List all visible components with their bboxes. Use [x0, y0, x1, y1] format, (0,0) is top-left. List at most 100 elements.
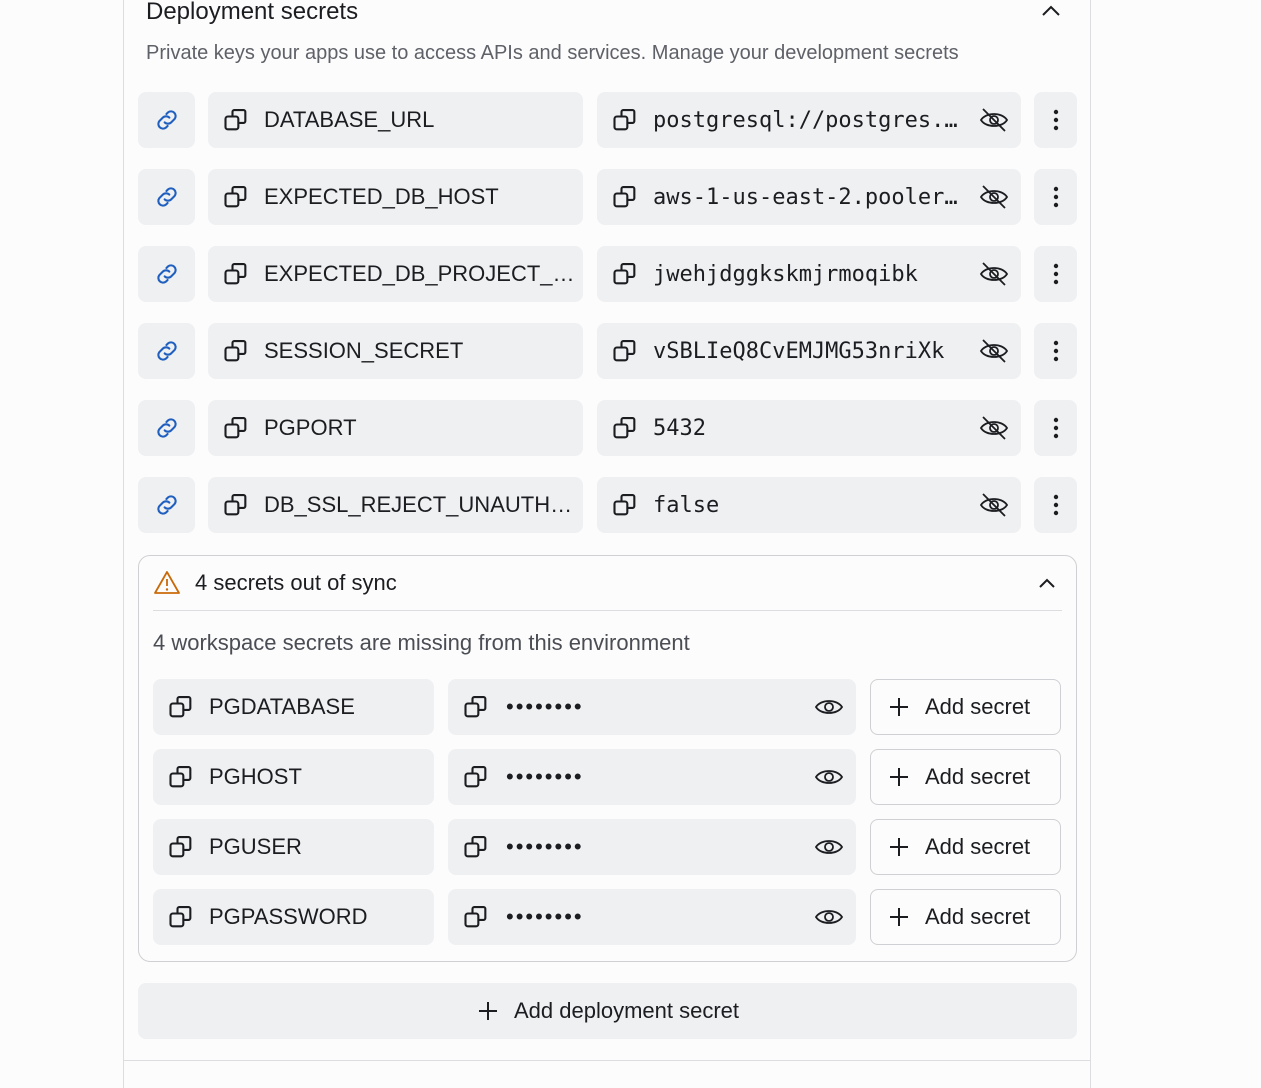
copy-icon[interactable] — [167, 903, 195, 931]
more-options-button[interactable] — [1034, 400, 1077, 456]
secret-value-field[interactable]: aws-1-us-east-2.pooler.supabase.com — [597, 169, 1021, 225]
show-value-button[interactable] — [812, 761, 846, 793]
divider — [124, 1060, 1090, 1061]
copy-icon[interactable] — [222, 491, 250, 519]
eye-icon — [814, 766, 844, 788]
secret-value-text: postgresql://postgres.jwehjdggkskmjrmoqi… — [653, 107, 965, 133]
warning-icon — [153, 570, 181, 596]
secret-value-field[interactable]: vSBLIeQ8CvEMJMG53nriXk — [597, 323, 1021, 379]
link-secret-button[interactable] — [138, 400, 195, 456]
copy-icon[interactable] — [611, 260, 639, 288]
out-of-sync-card: 4 secrets out of sync 4 workspace secret… — [138, 555, 1077, 962]
show-value-button[interactable] — [812, 901, 846, 933]
show-value-button[interactable] — [812, 831, 846, 863]
hide-value-button[interactable] — [977, 412, 1011, 444]
eye-off-icon — [979, 415, 1009, 441]
missing-secret-key-text: PGHOST — [209, 764, 302, 789]
copy-icon[interactable] — [611, 337, 639, 365]
add-secret-label: Add secret — [925, 694, 1031, 719]
missing-secret-key-text: PGUSER — [209, 834, 302, 859]
secret-value-field[interactable]: 5432 — [597, 400, 1021, 456]
hide-value-button[interactable] — [977, 335, 1011, 367]
secret-key-text: DATABASE_URL — [264, 107, 435, 132]
secret-row: DB_SSL_REJECT_UNAUTHORIZED false — [138, 477, 1078, 533]
link-secret-button[interactable] — [138, 246, 195, 302]
missing-secret-row: PGHOST •••••••• Add secret — [153, 749, 1062, 805]
copy-icon[interactable] — [611, 183, 639, 211]
hide-value-button[interactable] — [977, 181, 1011, 213]
missing-secret-key-field[interactable]: PGHOST — [153, 749, 434, 805]
chevron-up-icon — [1038, 578, 1056, 589]
copy-icon[interactable] — [611, 414, 639, 442]
more-vertical-icon — [1053, 340, 1059, 362]
secret-value-field[interactable]: false — [597, 477, 1021, 533]
secret-value-field[interactable]: postgresql://postgres.jwehjdggkskmjrmoqi… — [597, 92, 1021, 148]
copy-icon[interactable] — [462, 763, 490, 791]
more-options-button[interactable] — [1034, 246, 1077, 302]
secret-row: DATABASE_URL postgresql://postgres.jwehj… — [138, 92, 1078, 148]
secret-value-text: false — [653, 492, 720, 518]
more-options-button[interactable] — [1034, 169, 1077, 225]
missing-secret-value-field[interactable]: •••••••• — [448, 749, 856, 805]
secret-value-text: vSBLIeQ8CvEMJMG53nriXk — [653, 338, 945, 364]
missing-secret-value-field[interactable]: •••••••• — [448, 819, 856, 875]
missing-secret-value-field[interactable]: •••••••• — [448, 679, 856, 735]
secret-key-field[interactable]: EXPECTED_DB_HOST — [208, 169, 583, 225]
out-of-sync-header[interactable]: 4 secrets out of sync — [153, 556, 1062, 611]
more-vertical-icon — [1053, 186, 1059, 208]
link-secret-button[interactable] — [138, 323, 195, 379]
secret-key-field[interactable]: EXPECTED_DB_PROJECT_REF — [208, 246, 583, 302]
copy-icon[interactable] — [462, 693, 490, 721]
more-vertical-icon — [1053, 417, 1059, 439]
hide-value-button[interactable] — [977, 489, 1011, 521]
link-icon — [153, 491, 181, 519]
missing-secret-key-field[interactable]: PGDATABASE — [153, 679, 434, 735]
eye-off-icon — [979, 261, 1009, 287]
copy-icon[interactable] — [167, 833, 195, 861]
add-secret-button[interactable]: Add secret — [870, 889, 1061, 945]
missing-secret-row: PGDATABASE •••••••• Add secret — [153, 679, 1062, 735]
missing-secret-row: PGPASSWORD •••••••• Add secret — [153, 889, 1062, 945]
secret-key-field[interactable]: DATABASE_URL — [208, 92, 583, 148]
more-options-button[interactable] — [1034, 323, 1077, 379]
copy-icon[interactable] — [462, 903, 490, 931]
add-deployment-secret-button[interactable]: Add deployment secret — [138, 983, 1077, 1039]
secret-value-field[interactable]: jwehjdggkskmjrmoqibk — [597, 246, 1021, 302]
copy-icon[interactable] — [462, 833, 490, 861]
plus-icon — [887, 835, 911, 859]
more-options-button[interactable] — [1034, 92, 1077, 148]
secret-key-field[interactable]: DB_SSL_REJECT_UNAUTHORIZED — [208, 477, 583, 533]
secret-key-field[interactable]: SESSION_SECRET — [208, 323, 583, 379]
link-secret-button[interactable] — [138, 477, 195, 533]
secret-key-text: SESSION_SECRET — [264, 338, 464, 363]
copy-icon[interactable] — [611, 491, 639, 519]
more-vertical-icon — [1053, 494, 1059, 516]
collapse-sync-button[interactable] — [1032, 570, 1062, 596]
copy-icon[interactable] — [167, 763, 195, 791]
missing-secret-key-field[interactable]: PGPASSWORD — [153, 889, 434, 945]
more-options-button[interactable] — [1034, 477, 1077, 533]
copy-icon[interactable] — [222, 414, 250, 442]
plus-icon — [887, 765, 911, 789]
eye-off-icon — [979, 107, 1009, 133]
copy-icon[interactable] — [222, 106, 250, 134]
collapse-section-button[interactable] — [1036, 0, 1066, 24]
add-secret-button[interactable]: Add secret — [870, 819, 1061, 875]
copy-icon[interactable] — [222, 337, 250, 365]
add-secret-button[interactable]: Add secret — [870, 749, 1061, 805]
show-value-button[interactable] — [812, 691, 846, 723]
secret-value-text: aws-1-us-east-2.pooler.supabase.com — [653, 184, 965, 210]
hide-value-button[interactable] — [977, 104, 1011, 136]
link-secret-button[interactable] — [138, 92, 195, 148]
add-secret-button[interactable]: Add secret — [870, 679, 1061, 735]
hide-value-button[interactable] — [977, 258, 1011, 290]
copy-icon[interactable] — [611, 106, 639, 134]
masked-value-text: •••••••• — [506, 764, 584, 789]
missing-secret-value-field[interactable]: •••••••• — [448, 889, 856, 945]
missing-secret-key-field[interactable]: PGUSER — [153, 819, 434, 875]
link-secret-button[interactable] — [138, 169, 195, 225]
secret-key-field[interactable]: PGPORT — [208, 400, 583, 456]
copy-icon[interactable] — [222, 260, 250, 288]
copy-icon[interactable] — [167, 693, 195, 721]
copy-icon[interactable] — [222, 183, 250, 211]
